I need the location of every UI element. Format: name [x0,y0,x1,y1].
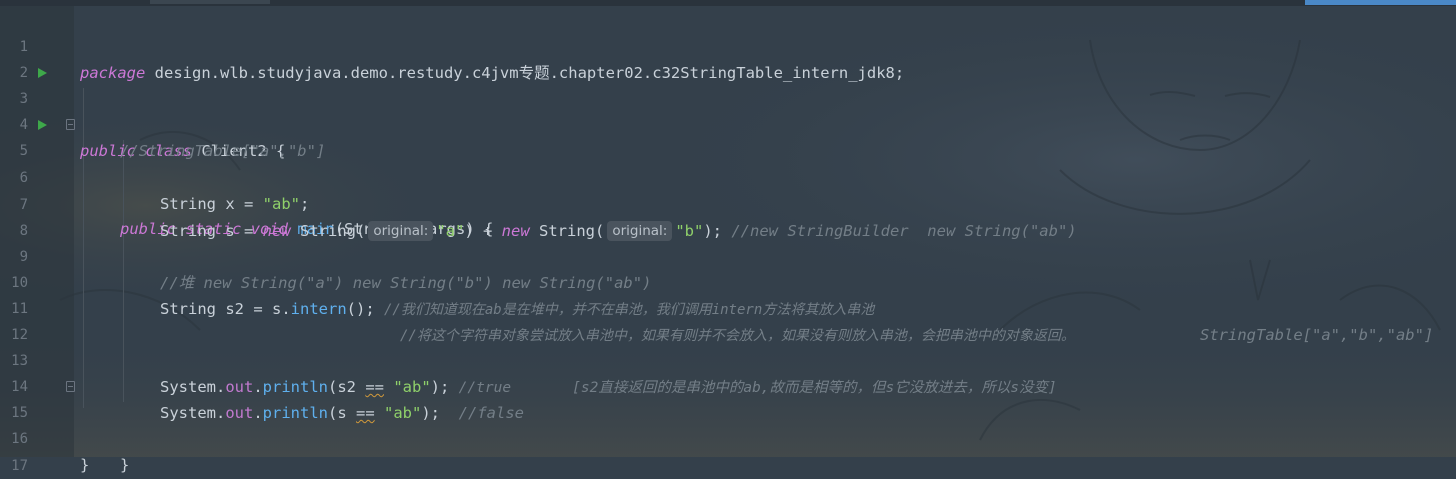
code-line-3[interactable]: 3 public class Client2 { [0,60,1456,160]
code-line-2[interactable]: 2 [0,34,1456,81]
code-line-16[interactable]: 16 } [0,400,1456,474]
run-method-icon[interactable] [38,120,47,130]
active-tab-indicator [1305,0,1456,5]
code-line-4[interactable]: 4 //StringTable["a","b"] [0,86,1456,160]
code-line-6[interactable]: 6 String x = "ab"; [0,139,1456,213]
code-line-12[interactable]: 12 [0,296,1456,343]
code-line-8[interactable]: 8 [0,192,1456,239]
code-line-10[interactable]: 10 String s2 = s.intern(); //我们知道现在ab是在堆… [0,244,1456,344]
fold-icon[interactable] [66,381,75,392]
closing-brace: } [120,456,130,474]
code-line-7[interactable]: 7 String s = new String(original: "a") + … [0,166,1456,241]
code-line-11[interactable]: 11 //将这个字符串对象尝试放入串池中，如果有则并不会放入，如果没有则放入串池… [0,270,1456,344]
code-line-14[interactable]: 14 System.out.println(s == "ab"); //fals… [0,348,1456,422]
code-line-17[interactable]: 17 [0,427,1456,474]
closing-brace: } [80,456,90,474]
fold-icon[interactable] [66,119,75,130]
tab-edge [150,0,270,4]
run-class-icon[interactable] [38,68,47,78]
code-line-13[interactable]: 13 System.out.println(s2 == "ab"); //tru… [0,322,1456,396]
code-line-5[interactable]: 5 public static void main(String[] args)… [0,112,1456,238]
code-line-1[interactable]: 1 package design.wlb.studyjava.demo.rest… [0,8,1456,82]
code-line-9[interactable]: 9 //堆 new String("a") new String("b") ne… [0,218,1456,292]
code-line-15[interactable]: 15 } [0,374,1456,474]
editor-tab-strip [0,0,1456,6]
